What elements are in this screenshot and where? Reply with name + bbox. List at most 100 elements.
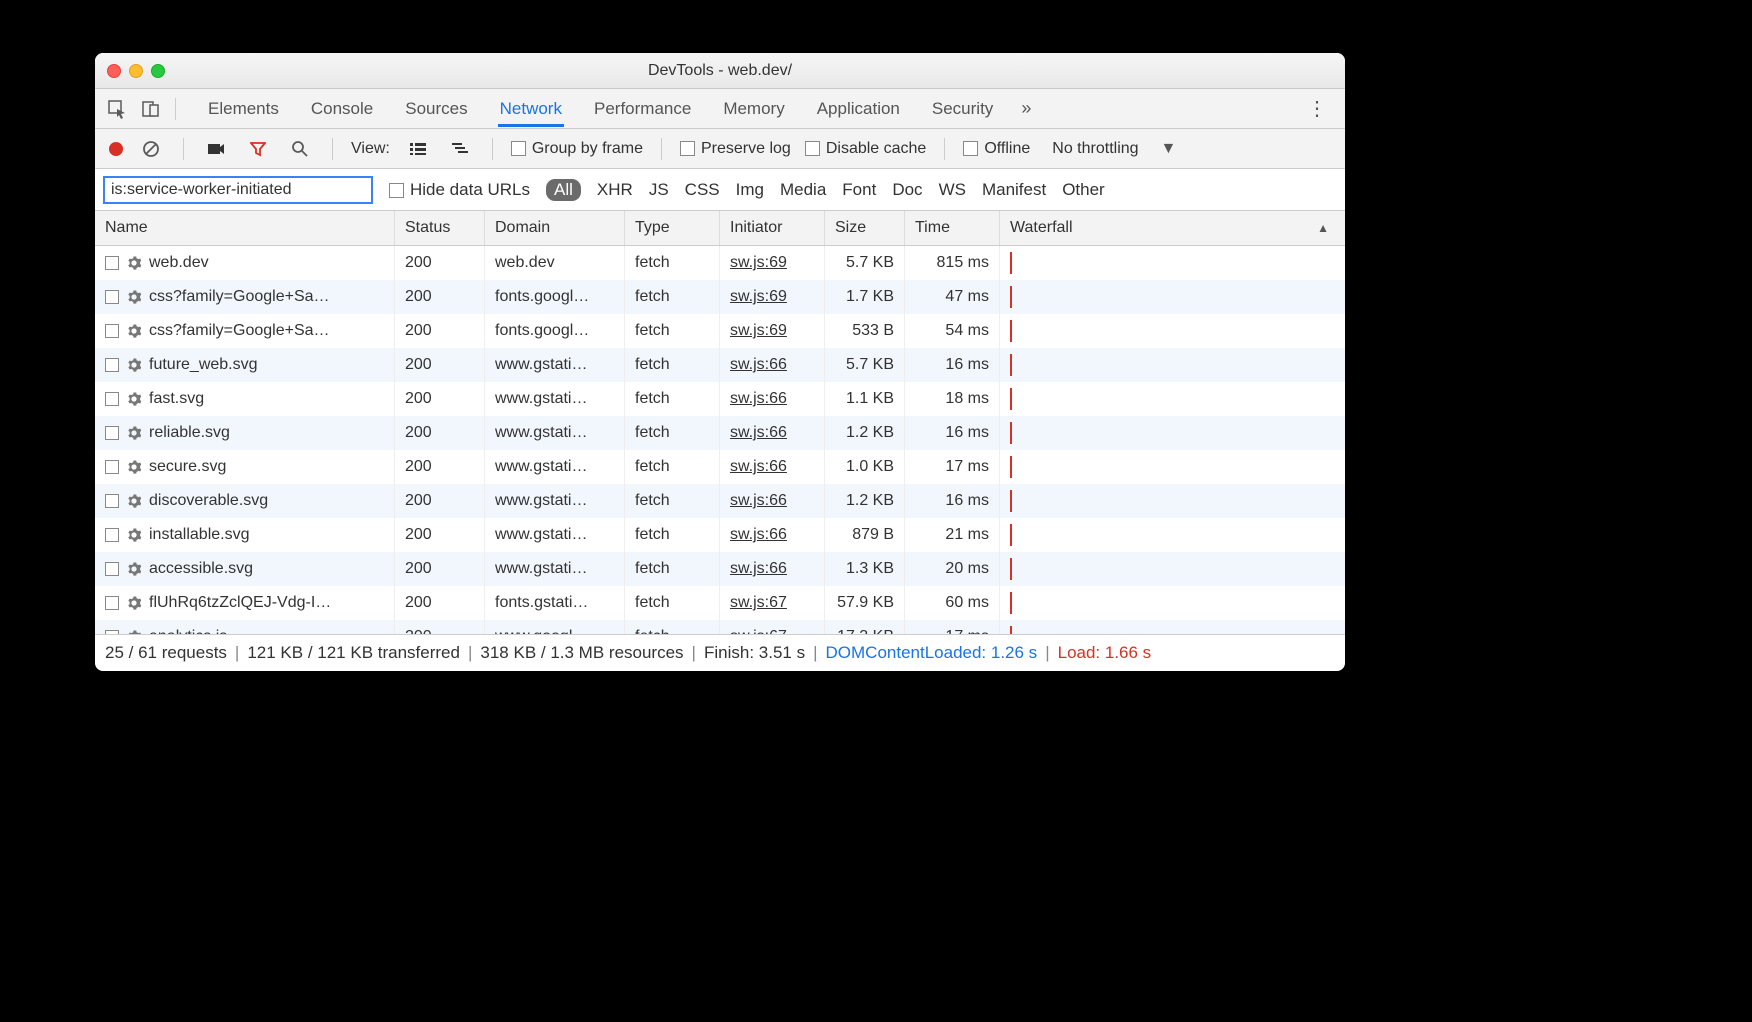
filter-chip-font[interactable]: Font [842, 180, 876, 200]
filter-chip-ws[interactable]: WS [939, 180, 966, 200]
column-status[interactable]: Status [395, 211, 485, 245]
initiator-link[interactable]: sw.js:66 [730, 458, 787, 476]
initiator-link[interactable]: sw.js:66 [730, 390, 787, 408]
checkbox-icon[interactable] [105, 528, 119, 542]
initiator-link[interactable]: sw.js:66 [730, 424, 787, 442]
offline-checkbox[interactable]: Offline [963, 140, 1030, 158]
checkbox-icon[interactable] [105, 324, 119, 338]
cell-time: 21 ms [905, 518, 1000, 552]
tab-application[interactable]: Application [815, 91, 902, 127]
table-row[interactable]: web.dev200web.devfetchsw.js:695.7 KB815 … [95, 246, 1345, 280]
cell-status: 200 [395, 246, 485, 280]
disable-cache-checkbox[interactable]: Disable cache [805, 140, 927, 158]
checkbox-icon[interactable] [105, 596, 119, 610]
waterfall-view-icon[interactable] [446, 135, 474, 163]
checkbox-icon[interactable] [105, 392, 119, 406]
checkbox-icon[interactable] [105, 494, 119, 508]
table-row[interactable]: discoverable.svg200www.gstati…fetchsw.js… [95, 484, 1345, 518]
filter-chip-media[interactable]: Media [780, 180, 826, 200]
large-rows-icon[interactable] [404, 135, 432, 163]
kebab-menu-icon[interactable]: ⋮ [1297, 96, 1337, 121]
checkbox-icon[interactable] [105, 358, 119, 372]
table-header: NameStatusDomainTypeInitiatorSizeTimeWat… [95, 211, 1345, 246]
filter-chip-img[interactable]: Img [736, 180, 764, 200]
initiator-link[interactable]: sw.js:66 [730, 356, 787, 374]
clear-icon[interactable] [137, 135, 165, 163]
chevron-down-icon[interactable]: ▼ [1161, 140, 1177, 158]
column-size[interactable]: Size [825, 211, 905, 245]
device-toolbar-icon[interactable] [137, 95, 165, 123]
cell-type: fetch [625, 450, 720, 484]
more-tabs-icon[interactable]: » [1021, 98, 1031, 119]
filter-chip-css[interactable]: CSS [685, 180, 720, 200]
cell-status: 200 [395, 314, 485, 348]
cell-domain: www.gstati… [485, 450, 625, 484]
column-waterfall[interactable]: Waterfall▲ [1000, 211, 1345, 245]
throttling-select[interactable]: No throttling [1052, 140, 1138, 158]
group-by-frame-checkbox[interactable]: Group by frame [511, 140, 643, 158]
preserve-log-checkbox[interactable]: Preserve log [680, 140, 791, 158]
camera-icon[interactable] [202, 135, 230, 163]
filter-icon[interactable] [244, 135, 272, 163]
record-icon[interactable] [109, 142, 123, 156]
filter-chip-xhr[interactable]: XHR [597, 180, 633, 200]
table-row[interactable]: secure.svg200www.gstati…fetchsw.js:661.0… [95, 450, 1345, 484]
table-row[interactable]: analytics.js200www.googl…fetchsw.js:6717… [95, 620, 1345, 634]
tab-memory[interactable]: Memory [721, 91, 786, 127]
cell-size: 1.7 KB [825, 280, 905, 314]
initiator-link[interactable]: sw.js:69 [730, 254, 787, 272]
column-time[interactable]: Time [905, 211, 1000, 245]
initiator-link[interactable]: sw.js:69 [730, 322, 787, 340]
initiator-link[interactable]: sw.js:69 [730, 288, 787, 306]
column-type[interactable]: Type [625, 211, 720, 245]
tab-security[interactable]: Security [930, 91, 995, 127]
checkbox-icon[interactable] [105, 426, 119, 440]
column-name[interactable]: Name [95, 211, 395, 245]
request-name: web.dev [149, 254, 209, 272]
tab-elements[interactable]: Elements [206, 91, 281, 127]
filter-chip-js[interactable]: JS [649, 180, 669, 200]
network-table: NameStatusDomainTypeInitiatorSizeTimeWat… [95, 211, 1345, 634]
cell-status: 200 [395, 416, 485, 450]
table-row[interactable]: flUhRq6tzZclQEJ-Vdg-I…200fonts.gstati…fe… [95, 586, 1345, 620]
checkbox-icon[interactable] [105, 290, 119, 304]
cell-status: 200 [395, 518, 485, 552]
tab-performance[interactable]: Performance [592, 91, 693, 127]
cell-domain: www.gstati… [485, 416, 625, 450]
filter-input[interactable] [103, 176, 373, 204]
request-name: future_web.svg [149, 356, 258, 374]
column-domain[interactable]: Domain [485, 211, 625, 245]
initiator-link[interactable]: sw.js:66 [730, 492, 787, 510]
tab-console[interactable]: Console [309, 91, 375, 127]
filter-chip-all[interactable]: All [546, 179, 581, 201]
table-row[interactable]: reliable.svg200www.gstati…fetchsw.js:661… [95, 416, 1345, 450]
checkbox-icon[interactable] [105, 256, 119, 270]
table-row[interactable]: accessible.svg200www.gstati…fetchsw.js:6… [95, 552, 1345, 586]
filter-chip-other[interactable]: Other [1062, 180, 1105, 200]
cell-size: 879 B [825, 518, 905, 552]
cell-domain: www.gstati… [485, 484, 625, 518]
table-row[interactable]: future_web.svg200www.gstati…fetchsw.js:6… [95, 348, 1345, 382]
search-icon[interactable] [286, 135, 314, 163]
initiator-link[interactable]: sw.js:67 [730, 628, 787, 634]
column-initiator[interactable]: Initiator [720, 211, 825, 245]
tab-sources[interactable]: Sources [403, 91, 469, 127]
hide-data-urls-checkbox[interactable]: Hide data URLs [389, 180, 530, 200]
checkbox-icon[interactable] [105, 630, 119, 634]
table-row[interactable]: css?family=Google+Sa…200fonts.googl…fetc… [95, 314, 1345, 348]
table-row[interactable]: installable.svg200www.gstati…fetchsw.js:… [95, 518, 1345, 552]
panel-tabs: Elements Console Sources Network Performance… [206, 91, 995, 127]
checkbox-icon[interactable] [105, 460, 119, 474]
table-row[interactable]: css?family=Google+Sa…200fonts.googl…fetc… [95, 280, 1345, 314]
initiator-link[interactable]: sw.js:66 [730, 526, 787, 544]
table-row[interactable]: fast.svg200www.gstati…fetchsw.js:661.1 K… [95, 382, 1345, 416]
checkbox-icon[interactable] [105, 562, 119, 576]
initiator-link[interactable]: sw.js:67 [730, 594, 787, 612]
tab-network[interactable]: Network [498, 91, 564, 127]
filter-chip-doc[interactable]: Doc [892, 180, 922, 200]
filter-chip-manifest[interactable]: Manifest [982, 180, 1046, 200]
inspect-element-icon[interactable] [103, 95, 131, 123]
request-name: css?family=Google+Sa… [149, 322, 330, 340]
table-body: web.dev200web.devfetchsw.js:695.7 KB815 … [95, 246, 1345, 634]
initiator-link[interactable]: sw.js:66 [730, 560, 787, 578]
